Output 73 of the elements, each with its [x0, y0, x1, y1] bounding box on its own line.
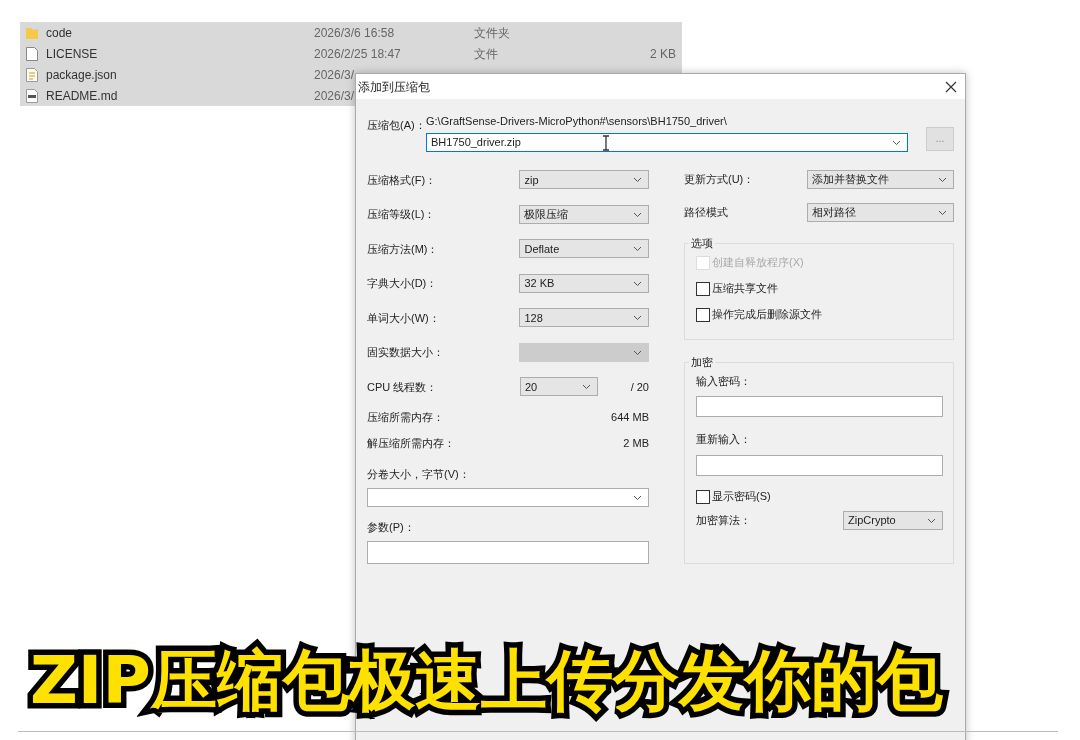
checkbox[interactable] [696, 307, 710, 322]
caret-icon [633, 494, 642, 501]
caret-icon [633, 177, 642, 184]
dropdown[interactable]: 极限压缩 [519, 204, 649, 224]
field-label: 更新方式(U)： [684, 171, 756, 187]
checkbox-label: 压缩共享文件 [712, 281, 778, 297]
parameters-field[interactable] [367, 541, 649, 564]
checkbox-label: 创建自释放程序(X) [712, 255, 804, 271]
field-label: 路径模式 [684, 204, 729, 220]
thread-max: / 20 [630, 379, 649, 395]
text-cursor-icon [602, 134, 610, 151]
caret-icon [892, 139, 901, 146]
checkbox-label: 显示密码(S) [712, 489, 771, 505]
text-file-icon [26, 67, 38, 82]
caret-icon [938, 176, 947, 183]
field-label: CPU 线程数： [367, 379, 439, 395]
file-row[interactable]: code 2026/3/6 16:58 文件夹 [20, 22, 682, 43]
file-name: code [46, 24, 74, 42]
field-label: 压缩方法(M)： [367, 241, 440, 257]
caret-icon [938, 209, 947, 216]
file-date: 2026/3/ [314, 67, 355, 82]
file-date: 2026/3/6 16:58 [314, 25, 395, 40]
password-field[interactable] [696, 396, 943, 417]
folder-icon [26, 25, 38, 40]
caret-icon [633, 246, 642, 253]
file-size: 2 KB [649, 45, 677, 63]
file-name: package.json [46, 66, 118, 84]
field-label: 重新输入： [696, 432, 752, 447]
field-label: 字典大小(D)： [367, 276, 439, 291]
field-label: 参数(P)： [367, 519, 416, 535]
caret-icon [633, 211, 642, 218]
caret-icon [633, 349, 642, 356]
archive-path: G:\GraftSense-Drivers-MicroPython#\sensors\BH1750_driver\ [426, 114, 728, 127]
file-name: LICENSE [46, 45, 99, 63]
caret-icon [633, 315, 642, 322]
archive-name-field[interactable]: BH1750_driver.zip [426, 132, 908, 152]
group-title: 加密 [689, 353, 715, 370]
close-icon[interactable] [945, 80, 957, 93]
checkbox-label: 操作完成后删除源文件 [712, 307, 822, 323]
dropdown[interactable]: ZipCrypto [843, 510, 943, 530]
file-date: 2026/2/25 18:47 [314, 46, 401, 61]
field-label: 固实数据大小： [367, 345, 445, 360]
file-name: README.md [46, 87, 119, 105]
file-row[interactable]: LICENSE 2026/2/25 18:47 文件 2 KB [20, 43, 682, 64]
file-date: 2026/3/ [314, 88, 355, 103]
dropdown[interactable]: 相对路径 [807, 202, 954, 222]
field-label: 压缩所需内存： [367, 409, 445, 425]
dropdown[interactable]: 添加并替换文件 [807, 169, 954, 189]
memory-value: 644 MB [611, 409, 649, 425]
dropdown[interactable]: zip [519, 170, 649, 190]
field-label: 解压缩所需内存： [367, 435, 456, 451]
field-label: 压缩包(A)： [367, 119, 426, 133]
markdown-file-icon [26, 88, 38, 103]
dropdown[interactable]: Deflate [519, 239, 649, 259]
dropdown[interactable]: 32 KB [519, 273, 649, 293]
password-field[interactable] [696, 454, 943, 476]
checkbox[interactable] [696, 281, 710, 296]
dropdown[interactable]: 20 [520, 377, 598, 397]
caret-icon [582, 384, 591, 391]
caret-icon [633, 280, 642, 287]
field-label: 输入密码： [696, 373, 752, 389]
memory-value: 2 MB [623, 435, 649, 451]
field-label: 压缩格式(F)： [367, 172, 438, 188]
caret-icon [927, 517, 936, 524]
field-label: 加密算法： [696, 512, 752, 528]
dropdown[interactable]: 128 [519, 308, 649, 328]
checkbox[interactable] [696, 489, 710, 504]
field-label: 单词大小(W)： [367, 310, 441, 326]
document-icon [26, 46, 38, 61]
file-type: 文件夹 [474, 24, 511, 42]
field-label: 压缩等级(L)： [367, 207, 437, 222]
field-label: 分卷大小，字节(V)： [367, 467, 471, 482]
file-type: 文件 [474, 45, 499, 63]
